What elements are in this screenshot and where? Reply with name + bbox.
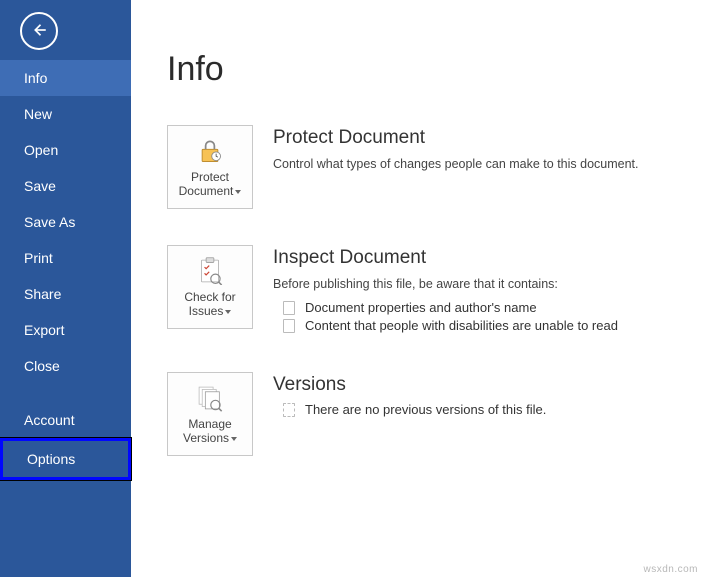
versions-button-label-2: Versions — [183, 431, 229, 445]
versions-empty-row: There are no previous versions of this f… — [283, 402, 704, 417]
page-title: Info — [167, 50, 704, 89]
protect-desc: Control what types of changes people can… — [273, 155, 704, 174]
sidebar-item-export[interactable]: Export — [0, 312, 131, 348]
inspect-title: Inspect Document — [273, 247, 704, 269]
sidebar-item-label: Info — [24, 70, 47, 86]
sidebar-item-share[interactable]: Share — [0, 276, 131, 312]
document-icon — [283, 301, 295, 315]
document-icon — [283, 319, 295, 333]
sidebar-item-label: Print — [24, 250, 53, 266]
inspect-desc: Before publishing this file, be aware th… — [273, 275, 704, 294]
sidebar-item-open[interactable]: Open — [0, 132, 131, 168]
versions-empty-text: There are no previous versions of this f… — [305, 402, 546, 417]
sidebar-item-label: Export — [24, 322, 64, 338]
sidebar-item-label: New — [24, 106, 52, 122]
sidebar-item-print[interactable]: Print — [0, 240, 131, 276]
sidebar-item-save[interactable]: Save — [0, 168, 131, 204]
inspect-document-section: Check for Issues Inspect Document Before… — [167, 245, 704, 336]
sidebar-item-new[interactable]: New — [0, 96, 131, 132]
protect-document-section: Protect Document Protect Document Contro… — [167, 125, 704, 209]
list-item: Content that people with disabilities ar… — [283, 318, 704, 333]
list-item-text: Document properties and author's name — [305, 300, 537, 315]
list-item-text: Content that people with disabilities ar… — [305, 318, 618, 333]
watermark-text: wsxdn.com — [643, 564, 698, 575]
back-button[interactable] — [20, 12, 58, 50]
sidebar-item-account[interactable]: Account — [0, 402, 131, 438]
sidebar-item-close[interactable]: Close — [0, 348, 131, 384]
chevron-down-icon — [235, 190, 241, 194]
protect-title: Protect Document — [273, 127, 704, 149]
sidebar-item-info[interactable]: Info — [0, 60, 131, 96]
check-for-issues-button[interactable]: Check for Issues — [167, 245, 253, 329]
versions-section: Manage Versions Versions There are no pr… — [167, 372, 704, 456]
backstage-sidebar: Info New Open Save Save As Print Share Export Cl… — [0, 0, 131, 577]
list-item: Document properties and author's name — [283, 300, 704, 315]
versions-title: Versions — [273, 374, 704, 396]
back-arrow-icon — [30, 21, 48, 42]
sidebar-item-save-as[interactable]: Save As — [0, 204, 131, 240]
protect-document-button[interactable]: Protect Document — [167, 125, 253, 209]
chevron-down-icon — [225, 310, 231, 314]
checklist-icon — [197, 255, 223, 287]
protect-button-label-1: Protect — [191, 170, 229, 184]
sidebar-item-label: Account — [24, 412, 75, 428]
sidebar-item-label: Open — [24, 142, 58, 158]
inspect-button-label-2: Issues — [189, 304, 224, 318]
info-panel: Info Protect Document Protect Document C… — [131, 0, 704, 577]
versions-button-label-1: Manage — [188, 417, 231, 431]
versions-icon — [196, 382, 224, 414]
chevron-down-icon — [231, 437, 237, 441]
sidebar-item-label: Options — [27, 451, 75, 467]
sidebar-item-label: Save — [24, 178, 56, 194]
protect-button-label-2: Document — [179, 184, 234, 198]
sidebar-item-options[interactable]: Options — [0, 438, 131, 480]
manage-versions-button[interactable]: Manage Versions — [167, 372, 253, 456]
document-icon — [283, 403, 295, 417]
sidebar-item-label: Save As — [24, 214, 75, 230]
sidebar-item-label: Share — [24, 286, 61, 302]
sidebar-item-label: Close — [24, 358, 60, 374]
inspect-button-label-1: Check for — [184, 290, 235, 304]
lock-icon — [196, 135, 224, 167]
